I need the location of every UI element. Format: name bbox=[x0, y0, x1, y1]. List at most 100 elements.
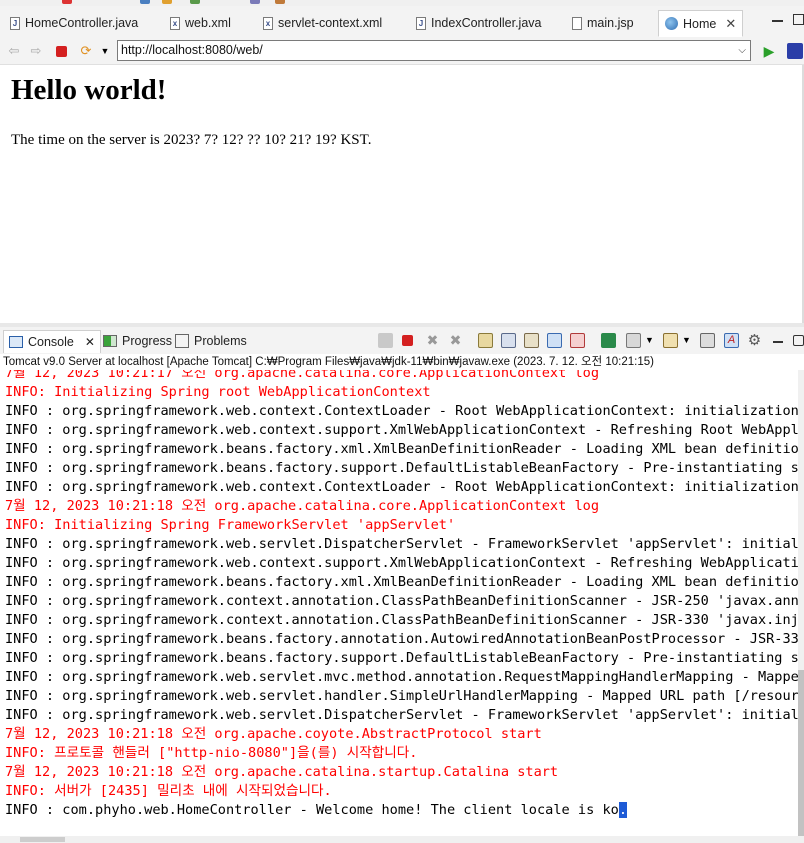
display-console-icon[interactable] bbox=[626, 333, 641, 348]
console-line-text: INFO : org.springframework.beans.factory… bbox=[5, 574, 798, 590]
console-line: INFO : org.springframework.beans.factory… bbox=[5, 573, 798, 592]
url-text: http://localhost:8080/web/ bbox=[121, 43, 263, 57]
tab-console[interactable]: Console ✕ bbox=[3, 330, 101, 353]
back-icon[interactable]: ⇦ bbox=[6, 43, 22, 59]
console-lines: 7월 12, 2023 10:21:17 오전 org.apache.catal… bbox=[5, 370, 798, 820]
console-line: INFO : org.springframework.web.context.s… bbox=[5, 554, 798, 573]
console-line-text: 7월 12, 2023 10:21:18 오전 org.apache.catal… bbox=[5, 498, 600, 514]
console-line: INFO: 프로토콜 핸들러 ["http-nio-8080"]을(를) 시작합… bbox=[5, 744, 798, 763]
stop-icon[interactable] bbox=[53, 43, 69, 59]
tab-servlet-context-xml[interactable]: x servlet-context.xml bbox=[257, 10, 388, 36]
perspective-icon[interactable] bbox=[787, 43, 803, 59]
scroll-lock-icon[interactable] bbox=[501, 333, 516, 348]
remove-launch-icon[interactable] bbox=[378, 333, 393, 348]
ansi-color-icon[interactable]: A bbox=[724, 333, 739, 348]
console-line: INFO: 서버가 [2435] 밀리초 내에 시작되었습니다. bbox=[5, 782, 798, 801]
browser-toolbar: ⇦ ⇨ ⟳ ▼ http://localhost:8080/web/ ⌵ ▶ bbox=[0, 38, 804, 65]
tab-label: Progress bbox=[122, 334, 173, 348]
tab-web-xml[interactable]: x web.xml bbox=[164, 10, 237, 36]
console-line: INFO: Initializing Spring root WebApplic… bbox=[5, 383, 798, 402]
console-line: 7월 12, 2023 10:21:18 오전 org.apache.coyot… bbox=[5, 725, 798, 744]
show-stderr-icon[interactable] bbox=[570, 333, 585, 348]
tab-label: Home bbox=[683, 16, 717, 31]
gear-icon[interactable]: ⚙ bbox=[747, 333, 762, 348]
tab-problems[interactable]: Problems bbox=[170, 330, 252, 352]
remove-icon[interactable]: ✖ bbox=[425, 333, 440, 348]
console-line-text: INFO : org.springframework.beans.factory… bbox=[5, 650, 798, 666]
console-line: INFO: Initializing Spring FrameworkServl… bbox=[5, 516, 798, 535]
show-stdout-icon[interactable] bbox=[547, 333, 562, 348]
tab-home-browser[interactable]: Home ✕ bbox=[658, 10, 744, 37]
console-line: INFO : org.springframework.web.servlet.m… bbox=[5, 668, 798, 687]
url-dropdown-icon[interactable]: ⌵ bbox=[738, 41, 746, 60]
word-wrap-icon[interactable] bbox=[524, 333, 539, 348]
console-icon bbox=[9, 336, 23, 348]
console-line-text: INFO: 서버가 [2435] 밀리초 내에 시작되었습니다. bbox=[5, 783, 332, 799]
console-line-text: INFO : org.springframework.context.annot… bbox=[5, 612, 798, 628]
copy-icon[interactable] bbox=[700, 333, 715, 348]
java-file-icon: J bbox=[10, 16, 20, 30]
scrollbar-thumb[interactable] bbox=[20, 837, 65, 842]
problems-icon bbox=[175, 334, 189, 348]
process-info: Tomcat v9.0 Server at localhost [Apache … bbox=[0, 354, 804, 370]
console-line-text: INFO: 프로토콜 핸들러 ["http-nio-8080"]을(를) 시작합… bbox=[5, 745, 418, 761]
terminate-icon[interactable] bbox=[402, 335, 413, 346]
go-icon[interactable]: ▶ bbox=[761, 43, 777, 59]
tab-home-controller[interactable]: J HomeController.java bbox=[4, 10, 144, 36]
close-icon[interactable]: ✕ bbox=[725, 16, 736, 32]
forward-icon[interactable]: ⇨ bbox=[28, 43, 44, 59]
page-heading: Hello world! bbox=[11, 74, 167, 106]
tab-label: web.xml bbox=[185, 16, 231, 30]
console-line: INFO : org.springframework.context.annot… bbox=[5, 611, 798, 630]
console-line: INFO : org.springframework.web.context.s… bbox=[5, 421, 798, 440]
window-controls bbox=[772, 14, 804, 25]
remove-all-icon[interactable]: ✖ bbox=[448, 333, 463, 348]
console-view-tabs: Console ✕ Progress Problems ✖ ✖ ▼ ▼ A ⚙ bbox=[0, 327, 804, 354]
console-line: INFO : org.springframework.web.context.C… bbox=[5, 402, 798, 421]
tab-progress[interactable]: Progress bbox=[98, 330, 177, 352]
jsp-file-icon bbox=[572, 16, 582, 30]
editor-tab-bar: J HomeController.java x web.xml x servle… bbox=[0, 6, 804, 39]
console-line-text: INFO : org.springframework.beans.factory… bbox=[5, 631, 798, 647]
minimize-icon[interactable] bbox=[772, 14, 783, 22]
console-line-text: INFO : com.phyho.web.HomeController - We… bbox=[5, 802, 619, 818]
console-line-text: INFO: Initializing Spring root WebApplic… bbox=[5, 384, 431, 400]
chevron-down-icon[interactable]: ▼ bbox=[682, 333, 697, 348]
console-line: INFO : org.springframework.web.context.C… bbox=[5, 478, 798, 497]
console-line-text: INFO : org.springframework.beans.factory… bbox=[5, 441, 798, 457]
console-line: INFO : org.springframework.web.servlet.h… bbox=[5, 687, 798, 706]
xml-file-icon: x bbox=[170, 16, 180, 30]
console-output[interactable]: 7월 12, 2023 10:21:17 오전 org.apache.catal… bbox=[0, 370, 798, 836]
vertical-scrollbar[interactable] bbox=[798, 370, 804, 836]
close-icon[interactable]: ✕ bbox=[85, 335, 95, 349]
maximize-icon[interactable] bbox=[793, 335, 804, 346]
console-line-text: 7월 12, 2023 10:21:18 오전 org.apache.coyot… bbox=[5, 726, 542, 742]
horizontal-scrollbar[interactable] bbox=[0, 836, 804, 843]
url-field[interactable]: http://localhost:8080/web/ ⌵ bbox=[117, 40, 751, 61]
pin-console-icon[interactable] bbox=[601, 333, 616, 348]
console-line: 7월 12, 2023 10:21:18 오전 org.apache.catal… bbox=[5, 497, 798, 516]
console-line-text: INFO: Initializing Spring FrameworkServl… bbox=[5, 517, 456, 533]
tab-label: IndexController.java bbox=[431, 16, 542, 30]
console-line-text: INFO : org.springframework.web.servlet.D… bbox=[5, 536, 798, 552]
tab-main-jsp[interactable]: main.jsp bbox=[566, 10, 640, 36]
console-line-text: INFO : org.springframework.web.context.C… bbox=[5, 403, 798, 419]
chevron-down-icon[interactable]: ▼ bbox=[97, 43, 113, 59]
clear-console-icon[interactable] bbox=[478, 333, 493, 348]
console-line: INFO : org.springframework.web.servlet.D… bbox=[5, 706, 798, 725]
console-line: INFO : org.springframework.beans.factory… bbox=[5, 630, 798, 649]
tab-index-controller[interactable]: J IndexController.java bbox=[410, 10, 547, 36]
maximize-icon[interactable] bbox=[793, 14, 804, 25]
browser-page: Hello world! The time on the server is 2… bbox=[0, 65, 804, 323]
open-console-icon[interactable] bbox=[663, 333, 678, 348]
console-line-text: 7월 12, 2023 10:21:17 오전 org.apache.catal… bbox=[5, 370, 600, 381]
progress-icon bbox=[103, 335, 117, 347]
tab-label: servlet-context.xml bbox=[278, 16, 383, 30]
scrollbar-thumb[interactable] bbox=[798, 670, 804, 836]
refresh-icon[interactable]: ⟳ bbox=[78, 43, 94, 59]
chevron-down-icon[interactable]: ▼ bbox=[645, 333, 660, 348]
console-line-text: 7월 12, 2023 10:21:18 오전 org.apache.catal… bbox=[5, 764, 559, 780]
console-line: INFO : com.phyho.web.HomeController - We… bbox=[5, 801, 798, 820]
minimize-icon[interactable] bbox=[773, 333, 788, 348]
console-line-text: INFO : org.springframework.web.context.s… bbox=[5, 422, 798, 438]
